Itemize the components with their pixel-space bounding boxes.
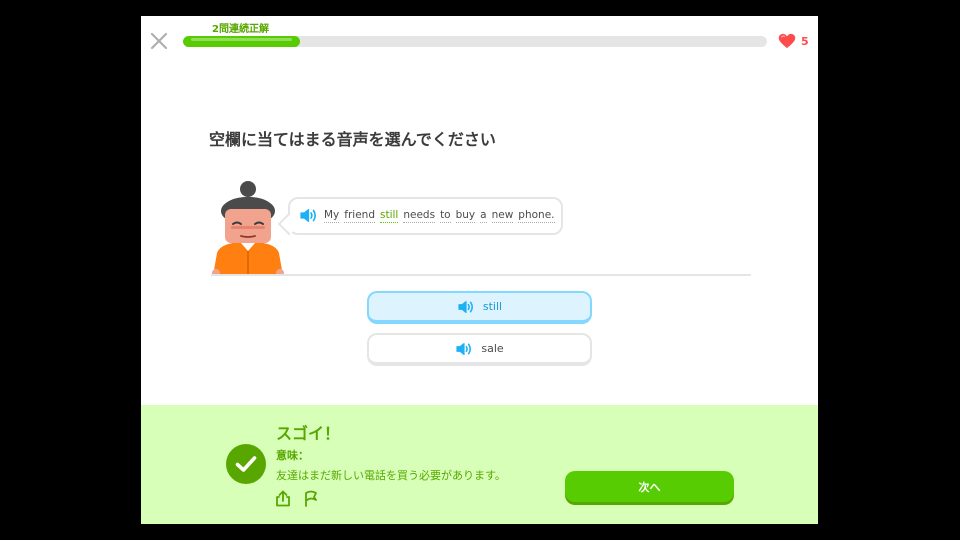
sentence-word[interactable]: friend [344, 209, 375, 223]
play-sentence-button[interactable] [299, 208, 318, 227]
sentence-word[interactable]: needs [403, 209, 436, 223]
share-icon [276, 490, 290, 507]
close-icon [150, 32, 168, 50]
sentence-word[interactable]: new [491, 209, 514, 223]
sentence-word[interactable]: a [480, 209, 487, 223]
divider [211, 274, 751, 276]
meaning-label: 意味： [276, 449, 309, 462]
flag-icon [305, 490, 317, 507]
close-button[interactable] [149, 31, 169, 51]
report-button[interactable] [303, 490, 319, 511]
character-avatar [212, 181, 284, 276]
speaker-icon [300, 209, 316, 222]
sentence-word[interactable]: to [440, 209, 451, 223]
choice-label: sale [481, 342, 504, 355]
continue-button[interactable]: 次へ [565, 471, 734, 502]
speaker-icon [456, 342, 472, 355]
feedback-title: スゴイ！ [276, 424, 341, 443]
streak-label: 2問連続正解 [212, 24, 269, 35]
progress-fill [183, 36, 300, 47]
sentence: My friend still needs to buy a new phone… [324, 209, 555, 223]
hearts-count: 5 [801, 34, 809, 48]
meaning-text: 友達はまだ新しい電話を買う必要があります。 [276, 469, 506, 482]
sentence-word[interactable]: phone. [518, 209, 555, 223]
lesson-screen: 2問連続正解 5 空欄に当てはまる音声を選んでください My friend st… [141, 16, 818, 524]
sentence-word[interactable]: My [324, 209, 340, 223]
feedback-panel: スゴイ！ 意味： 友達はまだ新しい電話を買う必要があります。 次へ [141, 405, 818, 524]
correct-badge [226, 444, 266, 484]
choice-sale-button[interactable]: sale [367, 333, 592, 366]
speaker-icon [458, 300, 473, 313]
progress-bar [183, 36, 767, 47]
choice-label: still [482, 300, 503, 313]
check-icon [235, 456, 257, 472]
sentence-word[interactable]: buy [455, 209, 476, 223]
exercise-prompt: 空欄に当てはまる音声を選んでください [209, 130, 496, 149]
choice-still-button[interactable]: still [367, 291, 592, 324]
sentence-word-highlighted[interactable]: still [380, 209, 399, 223]
heart-icon [778, 33, 796, 49]
speech-bubble: My friend still needs to buy a new phone… [288, 197, 563, 235]
share-button[interactable] [275, 490, 291, 511]
hearts-indicator: 5 [778, 33, 809, 49]
